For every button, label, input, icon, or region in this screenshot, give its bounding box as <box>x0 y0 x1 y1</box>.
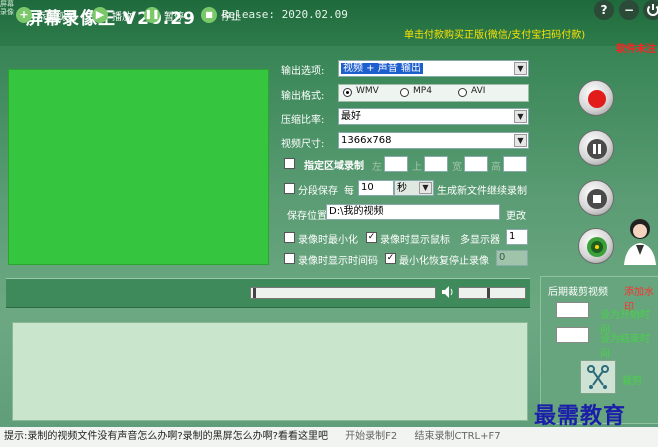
stop-icon: ■ <box>201 7 217 23</box>
minimize-on-record-label: 录像时最小化 <box>298 235 358 246</box>
format-mp4-label: MP4 <box>413 86 432 96</box>
segment-every-label: 每 <box>344 186 354 197</box>
compression-label: 压缩比率: <box>281 115 325 126</box>
stop-icon <box>587 189 607 209</box>
clip-panel-title: 后期裁剪视频 <box>548 287 608 298</box>
format-wmv-radio[interactable] <box>343 88 352 97</box>
region-height-label: 高 <box>491 162 501 173</box>
timer-record-button[interactable] <box>578 228 614 264</box>
region-left-label: 左 <box>372 162 382 173</box>
pause-label: 暂停 <box>164 11 184 23</box>
video-size-value: 1366x768 <box>341 135 392 146</box>
watermark-text: 最需教育 <box>534 403 627 429</box>
buy-link[interactable]: 单击付款购买正版(微信/支付宝扫码付款) <box>404 26 585 41</box>
chevron-down-icon: ▼ <box>514 110 527 123</box>
video-list-area[interactable] <box>12 322 528 421</box>
save-location-label: 保存位置 <box>287 211 327 222</box>
seek-slider[interactable] <box>250 287 436 299</box>
speaker-icon[interactable] <box>440 284 456 300</box>
output-option-select[interactable]: 视频 + 声音 输出 ▼ <box>338 60 529 77</box>
chevron-down-icon: ▼ <box>514 134 527 147</box>
video-size-label: 视频尺寸: <box>281 139 325 150</box>
end-time-box[interactable] <box>556 327 589 343</box>
multi-monitor-label: 多显示器 <box>460 235 500 246</box>
volume-slider[interactable] <box>458 287 526 299</box>
unregistered-label: 软件未注 <box>616 44 656 55</box>
power-icon <box>647 4 658 16</box>
compression-value: 最好 <box>341 111 361 122</box>
start-hotkey: 开始录制F2 <box>345 431 398 442</box>
record-icon <box>588 90 606 108</box>
video-size-select[interactable]: 1366x768 ▼ <box>338 132 529 149</box>
stop-button[interactable]: ■ 停止 <box>201 6 241 24</box>
play-icon: ▶ <box>92 7 108 23</box>
minimize-restore-stop-checkbox[interactable]: ✓ <box>385 253 396 264</box>
cut-button[interactable] <box>580 360 616 394</box>
output-format-label: 输出格式: <box>281 91 325 102</box>
region-record-checkbox[interactable] <box>284 158 295 169</box>
show-cursor-checkbox[interactable]: ✓ <box>366 232 377 243</box>
region-left-input[interactable] <box>384 156 408 172</box>
start-time-box[interactable] <box>556 302 589 318</box>
segment-unit-select[interactable]: 秒 ▼ <box>394 180 434 196</box>
segment-suffix-label: 生成新文件继续录制 <box>437 186 527 197</box>
record-button[interactable] <box>578 80 614 116</box>
region-record-label: 指定区域录制 <box>304 161 364 172</box>
compression-select[interactable]: 最好 ▼ <box>338 108 529 125</box>
show-timecode-checkbox[interactable] <box>284 253 295 264</box>
volume-thumb[interactable] <box>487 288 490 298</box>
format-avi-label: AVI <box>471 86 486 96</box>
status-bar: 提示:录制的视频文件没有声音怎么办啊?录制的黑屏怎么办啊?看看这里吧 开始录制F… <box>0 427 658 447</box>
region-height-input[interactable] <box>503 156 527 172</box>
add-video-label: 添加视频 <box>36 11 76 23</box>
minimize-restore-stop-label: 最小化恢复停止录像 <box>399 256 489 267</box>
power-close-button[interactable] <box>643 0 658 20</box>
play-label: 播放 <box>112 11 132 23</box>
cut-label: 裁剪 <box>622 376 642 387</box>
segment-save-checkbox[interactable] <box>284 183 295 194</box>
add-video-button[interactable]: + 添加视频 <box>16 6 76 24</box>
format-avi-radio[interactable] <box>458 88 467 97</box>
segment-value-input[interactable]: 10 <box>358 180 394 196</box>
region-top-label: 上 <box>412 162 422 173</box>
output-option-value: 视频 + 声音 输出 <box>341 63 423 74</box>
play-button[interactable]: ▶ 播放 <box>92 6 132 24</box>
segment-unit-value: 秒 <box>397 183 407 194</box>
restore-stop-value: 0 <box>496 250 528 266</box>
show-cursor-label: 录像时显示鼠标 <box>380 235 450 246</box>
status-tip[interactable]: 提示:录制的视频文件没有声音怎么办啊?录制的黑屏怎么办啊?看看这里吧 <box>4 431 328 442</box>
support-agent-icon[interactable] <box>622 215 658 265</box>
output-option-label: 输出选项: <box>281 66 325 77</box>
pause-button[interactable]: ❚❚ 暂停 <box>144 6 184 24</box>
plus-icon: + <box>16 7 32 23</box>
pause-icon <box>587 139 607 159</box>
stop-label: 停止 <box>221 11 241 23</box>
chevron-down-icon: ▼ <box>514 62 527 75</box>
format-wmv-label: WMV <box>356 86 379 96</box>
minimize-button[interactable]: − <box>619 0 639 20</box>
show-timecode-label: 录像时显示时间码 <box>298 256 378 267</box>
region-width-label: 宽 <box>452 162 462 173</box>
clock-icon <box>587 237 607 257</box>
format-mp4-radio[interactable] <box>400 88 409 97</box>
stop-record-button[interactable] <box>578 180 614 216</box>
set-end-button[interactable]: 设为结束时间 <box>600 330 658 360</box>
seek-thumb[interactable] <box>253 288 256 298</box>
pause-record-button[interactable] <box>578 130 614 166</box>
chevron-down-icon: ▼ <box>419 182 432 194</box>
region-top-input[interactable] <box>424 156 448 172</box>
save-location-input[interactable]: D:\我的视频 <box>326 204 500 220</box>
stop-hotkey: 结束录制CTRL+F7 <box>414 431 501 442</box>
region-width-input[interactable] <box>464 156 488 172</box>
scissors-icon <box>587 365 609 389</box>
segment-save-label: 分段保存 <box>298 186 338 197</box>
monitor-index-input[interactable]: 1 <box>506 229 528 245</box>
help-button[interactable]: ? <box>594 0 614 20</box>
change-location-button[interactable]: 更改 <box>506 207 526 222</box>
video-preview <box>8 69 269 265</box>
minimize-on-record-checkbox[interactable] <box>284 232 295 243</box>
pause-icon: ❚❚ <box>144 7 160 23</box>
